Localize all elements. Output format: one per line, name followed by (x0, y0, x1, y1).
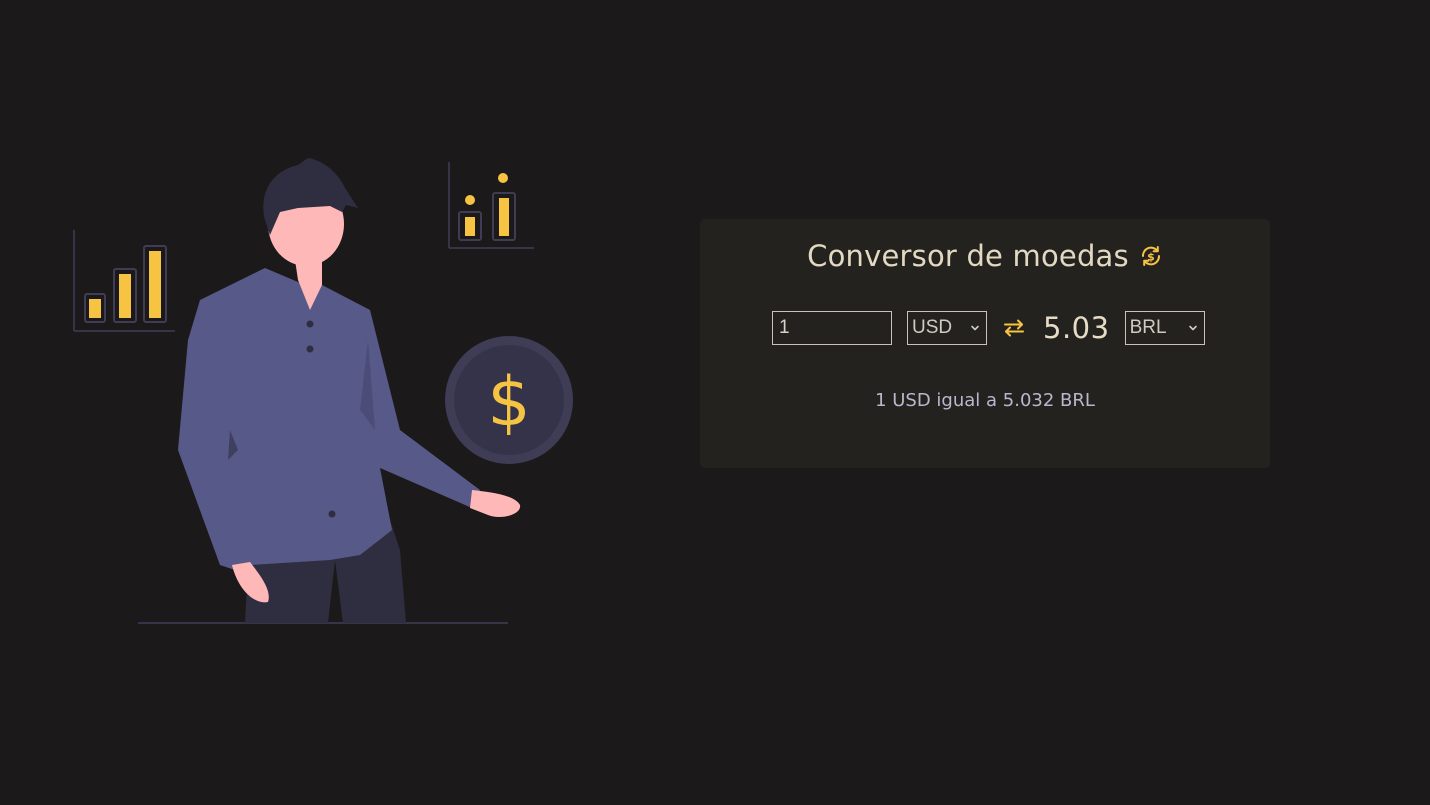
result-value: 5.03 (1043, 311, 1110, 345)
svg-text:$: $ (1147, 251, 1155, 264)
chevron-down-icon (1188, 325, 1197, 331)
chevron-down-icon (971, 325, 979, 331)
dollar-coin-icon: $ (445, 336, 573, 464)
converter-title-row: Conversor de moedas $ (700, 239, 1270, 273)
page: $ Conversor de moedas $ 1 USD 5.03 BRL 1… (0, 0, 1430, 805)
page-title: Conversor de moedas (807, 239, 1129, 273)
from-currency-select[interactable]: USD (907, 311, 987, 345)
to-currency-value: BRL (1129, 317, 1167, 338)
from-currency-value: USD (912, 317, 953, 338)
coin-symbol: $ (487, 363, 530, 442)
currency-exchange-icon: $ (1141, 246, 1160, 266)
bar-chart-left-icon (73, 230, 175, 332)
converter-controls: USD 5.03 BRL (772, 311, 1205, 345)
exchange-rate-text: 1 USD igual a 5.032 BRL (875, 390, 1095, 411)
converter-card: Conversor de moedas $ USD (700, 219, 1270, 468)
bar-chart-right-icon (448, 162, 534, 249)
to-currency-select[interactable]: BRL (1124, 311, 1205, 345)
swap-arrows-icon[interactable] (1003, 317, 1025, 339)
amount-input[interactable] (772, 311, 892, 345)
man-with-coin-illustration: $ (73, 158, 573, 624)
